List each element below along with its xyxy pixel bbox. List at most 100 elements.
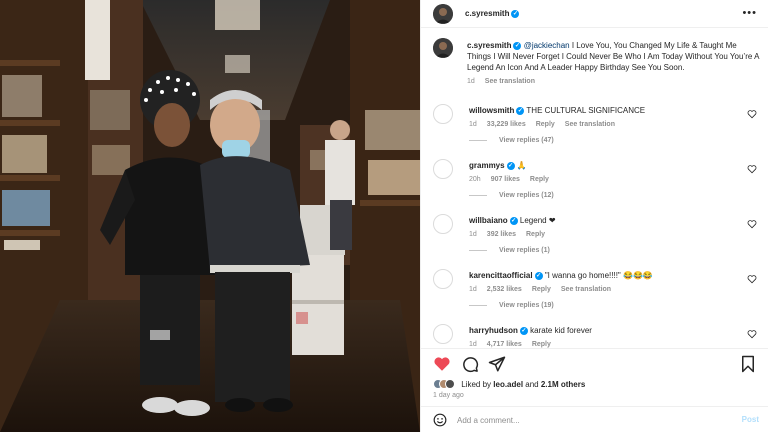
heart-filled-icon[interactable] [433,355,451,373]
bookmark-icon[interactable] [739,355,757,373]
author-name-row: c.syresmith ✓ [465,9,520,18]
verified-badge-icon: ✓ [511,9,520,18]
replies-divider [469,304,487,306]
verified-badge-icon: ✓ [509,216,518,225]
photo-illustration [0,0,420,432]
comment-likes[interactable]: 907 likes [491,176,520,183]
comment-avatar[interactable] [433,214,453,234]
verified-badge-icon: ✓ [534,271,543,280]
comment-likes[interactable]: 392 likes [487,231,516,238]
view-replies-button[interactable]: View replies (1) [469,247,550,254]
paper-plane-icon[interactable] [488,355,506,373]
comment-item: grammys ✓ 🙏 20h 907 likes Reply View replie… [433,157,759,207]
comment-item: willowsmith ✓ THE CULTURAL SIGNIFICANCE 1… [433,102,759,152]
caption-author-avatar[interactable] [433,38,453,58]
post-photo[interactable] [0,0,420,432]
liked-by-row[interactable]: Liked by leo.adel and 2.1M others [433,379,585,389]
caption-username[interactable]: c.syresmith [467,41,511,50]
view-replies-button[interactable]: View replies (12) [469,192,554,199]
comment-item: willbaiano ✓ Legend ❤ 1d 392 likes Reply Vi… [433,212,759,262]
caption-see-translation[interactable]: See translation [485,78,535,85]
caption-text-block: c.syresmith ✓ @jackiechan I Love You, You… [467,40,759,87]
comment-reply-button[interactable]: Reply [526,231,545,238]
caption-mention[interactable]: @jackiechan [524,41,570,50]
replies-divider [469,194,487,196]
comment-username[interactable]: grammys [469,161,505,170]
comment-time: 1d [469,286,477,293]
heart-outline-icon[interactable] [747,329,757,339]
liked-by-user[interactable]: leo.adel [493,380,523,389]
replies-divider [469,249,487,251]
comment-body: grammys ✓ 🙏 20h 907 likes Reply [469,160,739,183]
comment-see-translation[interactable]: See translation [561,286,611,293]
comments-list[interactable]: c.syresmith ✓ @jackiechan I Love You, You… [421,30,768,348]
comment-text: "I wanna go home!!!!" 😂😂😂 [544,271,653,280]
heart-outline-icon[interactable] [747,164,757,174]
view-replies-label: View replies (12) [499,192,554,199]
author-avatar[interactable] [433,4,453,24]
comment-time: 20h [469,176,481,183]
comment-reply-button[interactable]: Reply [532,286,551,293]
comment-body: willowsmith ✓ THE CULTURAL SIGNIFICANCE 1… [469,105,739,128]
comment-item: harryhudson ✓ karate kid forever 1d 4,717 … [433,322,759,348]
post-sidebar: c.syresmith ✓ ••• c.syresmith ✓ @jackiecha… [420,0,768,432]
view-replies-label: View replies (19) [499,302,554,309]
heart-outline-icon[interactable] [747,274,757,284]
comment-reply-button[interactable]: Reply [532,341,551,348]
post-comment-button[interactable]: Post [742,415,759,424]
comment-time: 1d [469,341,477,348]
comment-username[interactable]: willbaiano [469,216,508,225]
comment-body: willbaiano ✓ Legend ❤ 1d 392 likes Reply [469,215,739,238]
comment-meta: 1d 4,717 likes Reply [469,341,739,348]
comment-meta: 20h 907 likes Reply [469,176,739,183]
comment-avatar[interactable] [433,159,453,179]
comment-text: Legend ❤ [519,216,556,225]
heart-outline-icon[interactable] [747,109,757,119]
comment-reply-button[interactable]: Reply [530,176,549,183]
comment-username[interactable]: karencittaofficial [469,271,533,280]
view-replies-label: View replies (47) [499,137,554,144]
caption-meta: 1d See translation [467,76,759,87]
heart-outline-icon[interactable] [747,219,757,229]
more-options-icon[interactable]: ••• [742,7,757,19]
comment-avatar[interactable] [433,324,453,344]
comment-text: karate kid forever [530,326,592,335]
comment-meta: 1d 33,229 likes Reply See translation [469,121,739,128]
comment-likes[interactable]: 4,717 likes [487,341,522,348]
comment-meta: 1d 392 likes Reply [469,231,739,238]
comment-see-translation[interactable]: See translation [565,121,615,128]
comment-avatar[interactable] [433,269,453,289]
verified-badge-icon: ✓ [516,106,525,115]
comment-time: 1d [469,231,477,238]
comment-likes[interactable]: 2,532 likes [487,286,522,293]
liked-by-text: Liked by leo.adel and 2.1M others [461,380,585,389]
verified-badge-icon: ✓ [513,41,522,50]
caption-time: 1d [467,78,475,85]
comment-body: karencittaofficial ✓ "I wanna go home!!!!… [469,270,739,293]
comment-username[interactable]: willowsmith [469,106,514,115]
speech-bubble-icon[interactable] [461,355,479,373]
liked-by-connector: and [523,379,541,389]
comment-input[interactable] [457,412,727,428]
verified-badge-icon: ✓ [519,326,528,335]
post-header: c.syresmith ✓ ••• [421,0,768,28]
view-replies-button[interactable]: View replies (19) [469,302,554,309]
instagram-post-modal: c.syresmith ✓ ••• c.syresmith ✓ @jackiecha… [0,0,768,432]
comment-meta: 1d 2,532 likes Reply See translation [469,286,739,293]
author-username[interactable]: c.syresmith [465,9,509,18]
comment-text: 🙏 [516,161,527,170]
view-replies-label: View replies (1) [499,247,550,254]
post-timestamp: 1 day ago [433,392,464,399]
comment-item: karencittaofficial ✓ "I wanna go home!!!!… [433,267,759,317]
comment-username[interactable]: harryhudson [469,326,518,335]
liker-avatar [445,379,455,389]
comment-reply-button[interactable]: Reply [536,121,555,128]
liked-by-others[interactable]: 2.1M others [541,380,585,389]
view-replies-button[interactable]: View replies (47) [469,137,554,144]
emoji-icon[interactable] [433,413,447,427]
comment-avatar[interactable] [433,104,453,124]
post-actions: Liked by leo.adel and 2.1M others 1 day … [421,348,768,406]
comment-body: harryhudson ✓ karate kid forever 1d 4,717 … [469,325,739,348]
liked-by-prefix: Liked by [461,379,494,389]
comment-likes[interactable]: 33,229 likes [487,121,526,128]
